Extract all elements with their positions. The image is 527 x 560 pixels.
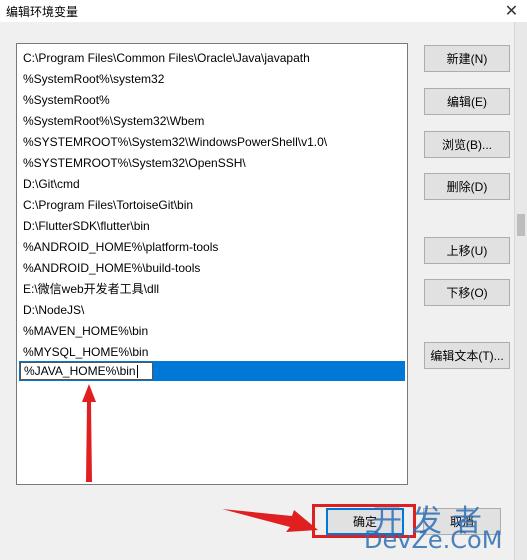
list-item[interactable]: D:\FlutterSDK\flutter\bin <box>23 216 150 236</box>
title-bar: 编辑环境变量 ✕ <box>0 0 527 22</box>
move-up-button[interactable]: 上移(U) <box>424 237 510 264</box>
window-title: 编辑环境变量 <box>6 5 79 19</box>
watermark: 开发者 DevZe.CoM <box>362 496 527 560</box>
watermark-bottom: DevZe.CoM <box>364 526 503 554</box>
edit-button[interactable]: 编辑(E) <box>424 88 510 115</box>
list-item[interactable]: C:\Program Files\TortoiseGit\bin <box>23 195 193 215</box>
inline-edit-value: %JAVA_HOME%\bin <box>24 364 136 378</box>
list-item[interactable]: %SystemRoot%\System32\Wbem <box>23 111 204 131</box>
text-caret <box>136 365 138 379</box>
inline-edit-field[interactable]: %JAVA_HOME%\bin <box>20 362 153 380</box>
edit-text-button[interactable]: 编辑文本(T)... <box>424 342 510 369</box>
background-scrollbar[interactable] <box>514 22 527 560</box>
close-icon[interactable]: ✕ <box>496 0 527 22</box>
move-down-button[interactable]: 下移(O) <box>424 279 510 306</box>
list-item[interactable]: %ANDROID_HOME%\platform-tools <box>23 237 218 257</box>
list-item[interactable]: %ANDROID_HOME%\build-tools <box>23 258 200 278</box>
list-item[interactable]: E:\微信web开发者工具\dll <box>23 279 159 299</box>
list-item[interactable]: %SYSTEMROOT%\System32\WindowsPowerShell\… <box>23 132 327 152</box>
list-item[interactable]: %MAVEN_HOME%\bin <box>23 321 148 341</box>
list-item[interactable]: C:\Program Files\Common Files\Oracle\Jav… <box>23 48 310 68</box>
list-item[interactable]: %MYSQL_HOME%\bin <box>23 342 148 362</box>
list-item[interactable]: %SYSTEMROOT%\System32\OpenSSH\ <box>23 153 246 173</box>
list-item[interactable]: %SystemRoot% <box>23 90 110 110</box>
list-item[interactable]: D:\Git\cmd <box>23 174 80 194</box>
scrollbar-thumb[interactable] <box>517 214 525 236</box>
list-item[interactable]: %SystemRoot%\system32 <box>23 69 164 89</box>
delete-button[interactable]: 删除(D) <box>424 173 510 200</box>
list-item[interactable]: D:\NodeJS\ <box>23 300 84 320</box>
path-list[interactable]: C:\Program Files\Common Files\Oracle\Jav… <box>16 43 408 485</box>
browse-button[interactable]: 浏览(B)... <box>424 131 510 158</box>
new-button[interactable]: 新建(N) <box>424 45 510 72</box>
annotation-arrow-right <box>222 509 318 532</box>
